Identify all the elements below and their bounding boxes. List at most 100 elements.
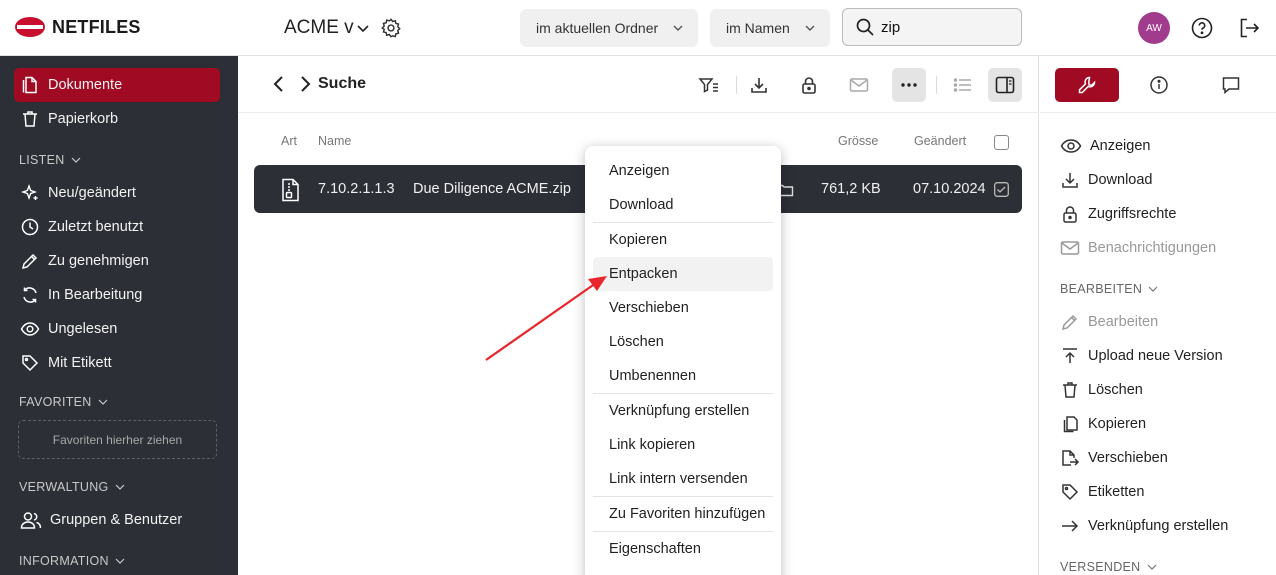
lock-icon <box>1063 206 1077 223</box>
sidebar-item-mit-etikett[interactable]: Mit Etikett <box>14 346 220 380</box>
menu-item-anzeigen[interactable]: Anzeigen <box>593 154 773 188</box>
sidebar-item-papierkorb[interactable]: Papierkorb <box>14 102 220 136</box>
action-kopieren[interactable]: Kopieren <box>1060 409 1146 439</box>
download-icon <box>751 78 767 93</box>
menu-item-verknuepfung-erstellen[interactable]: Verknüpfung erstellen <box>593 394 773 428</box>
action-etiketten[interactable]: Etiketten <box>1060 477 1144 507</box>
file-name[interactable]: Due Diligence ACME.zip <box>413 181 571 197</box>
sidebar-item-gruppen-benutzer[interactable]: Gruppen & Benutzer <box>14 503 220 537</box>
action-label: Verschieben <box>1088 450 1168 466</box>
action-zugriffsrechte[interactable]: Zugriffsrechte <box>1060 199 1176 229</box>
chevron-left-icon[interactable] <box>272 75 286 93</box>
chevron-down-icon <box>357 25 369 33</box>
eye-icon <box>20 322 40 336</box>
column-header-size[interactable]: Grösse <box>838 134 878 148</box>
workspace-title: ACME v <box>284 17 354 38</box>
action-verschieben[interactable]: Verschieben <box>1060 443 1168 473</box>
chevron-right-icon[interactable] <box>298 75 312 93</box>
menu-item-verschieben[interactable]: Verschieben <box>593 291 773 325</box>
sparkle-icon <box>20 183 38 201</box>
logout-button[interactable] <box>1238 17 1260 39</box>
filter-button[interactable] <box>692 68 726 102</box>
sidebar-item-zu-genehmigen[interactable]: Zu genehmigen <box>14 244 220 278</box>
sidebar-item-zuletzt-benutzt[interactable]: Zuletzt benutzt <box>14 210 220 244</box>
menu-item-umbenennen[interactable]: Umbenennen <box>593 359 773 393</box>
menu-item-eigenschaften[interactable]: Eigenschaften <box>593 532 773 566</box>
logout-icon <box>1240 18 1260 38</box>
search-scope-value: im aktuellen Ordner <box>536 20 659 36</box>
action-anzeigen[interactable]: Anzeigen <box>1060 131 1150 161</box>
file-modified: 07.10.2024 <box>913 181 986 197</box>
action-download[interactable]: Download <box>1060 165 1153 195</box>
notify-button[interactable] <box>842 68 876 102</box>
help-button[interactable] <box>1191 17 1213 39</box>
section-versenden[interactable]: VERSENDEN <box>1060 560 1157 574</box>
favorites-drop-zone[interactable]: Favoriten hierher ziehen <box>18 420 217 459</box>
menu-item-loeschen[interactable]: Löschen <box>593 325 773 359</box>
section-favoriten[interactable]: FAVORITEN <box>19 395 108 409</box>
chevron-down-icon <box>673 25 683 31</box>
action-label: Kopieren <box>1088 416 1147 432</box>
action-loeschen[interactable]: Löschen <box>1060 375 1143 405</box>
action-label: Benachrichtigungen <box>1088 240 1217 256</box>
settings-gear-button[interactable] <box>380 17 402 39</box>
action-benachrichtigungen[interactable]: Benachrichtigungen <box>1060 233 1216 263</box>
download-button[interactable] <box>742 68 776 102</box>
detail-panel-toggle[interactable] <box>988 68 1022 102</box>
tab-comments[interactable] <box>1199 68 1263 102</box>
history-nav <box>272 75 312 93</box>
file-number: 7.10.2.1.1.3 <box>318 181 395 197</box>
more-actions-button[interactable] <box>892 68 926 102</box>
chevron-down-icon <box>115 484 125 490</box>
mail-icon <box>849 78 869 92</box>
sidebar-item-ungelesen[interactable]: Ungelesen <box>14 312 220 346</box>
main-toolbar: Suche <box>238 56 1039 113</box>
menu-item-zu-favoriten[interactable]: Zu Favoriten hinzufügen <box>593 497 773 531</box>
chevron-down-icon <box>98 399 108 405</box>
list-icon <box>953 78 971 92</box>
menu-item-download[interactable]: Download <box>593 188 773 222</box>
menu-item-kopieren[interactable]: Kopieren <box>593 223 773 257</box>
column-header-name[interactable]: Name <box>318 134 351 148</box>
logo-text: NETFILES <box>52 16 141 37</box>
pen-icon <box>21 253 38 270</box>
sidebar-item-label: Neu/geändert <box>48 185 136 201</box>
search-scope-select[interactable]: im aktuellen Ordner <box>520 9 699 47</box>
sidebar-item-label: Mit Etikett <box>48 355 112 371</box>
search-input[interactable]: zip <box>842 8 1022 46</box>
sidebar-item-neu-geaendert[interactable]: Neu/geändert <box>14 176 220 210</box>
row-checkbox[interactable] <box>994 182 1009 197</box>
netfiles-logo-icon <box>15 17 45 37</box>
menu-item-entpacken[interactable]: Entpacken <box>593 257 773 291</box>
tag-icon <box>1062 484 1079 501</box>
action-label: Löschen <box>1088 382 1143 398</box>
column-header-type[interactable]: Art <box>281 134 297 148</box>
action-upload-neue-version[interactable]: Upload neue Version <box>1060 341 1223 371</box>
section-verwaltung[interactable]: VERWALTUNG <box>19 480 125 494</box>
section-label: VERWALTUNG <box>19 480 109 494</box>
toolbar-divider <box>736 76 737 94</box>
sidebar-item-in-bearbeitung[interactable]: In Bearbeitung <box>14 278 220 312</box>
search-field-select[interactable]: im Namen <box>710 9 830 47</box>
section-bearbeiten[interactable]: BEARBEITEN <box>1060 282 1158 296</box>
action-verknuepfung-erstellen[interactable]: Verknüpfung erstellen <box>1060 511 1228 541</box>
section-listen[interactable]: LISTEN <box>19 153 81 167</box>
clock-icon <box>21 218 39 236</box>
action-bearbeiten[interactable]: Bearbeiten <box>1060 307 1158 337</box>
section-information[interactable]: INFORMATION <box>19 554 125 568</box>
zip-file-icon <box>282 178 299 202</box>
workspace-selector[interactable]: ACME v <box>284 17 370 39</box>
column-header-modified[interactable]: Geändert <box>914 134 966 148</box>
detail-panel-tabs <box>1040 56 1276 113</box>
select-all-checkbox[interactable] <box>994 135 1009 150</box>
menu-item-link-kopieren[interactable]: Link kopieren <box>593 428 773 462</box>
tab-actions[interactable] <box>1055 68 1119 102</box>
lock-button[interactable] <box>792 68 826 102</box>
tab-info[interactable] <box>1127 68 1191 102</box>
sidebar-item-dokumente[interactable]: Dokumente <box>14 68 220 102</box>
mail-icon <box>1060 241 1080 255</box>
list-view-button[interactable] <box>946 68 980 102</box>
user-avatar[interactable]: AW <box>1138 12 1170 44</box>
netfiles-logo[interactable]: NETFILES <box>14 16 141 38</box>
menu-item-link-intern-versenden[interactable]: Link intern versenden <box>593 462 773 496</box>
